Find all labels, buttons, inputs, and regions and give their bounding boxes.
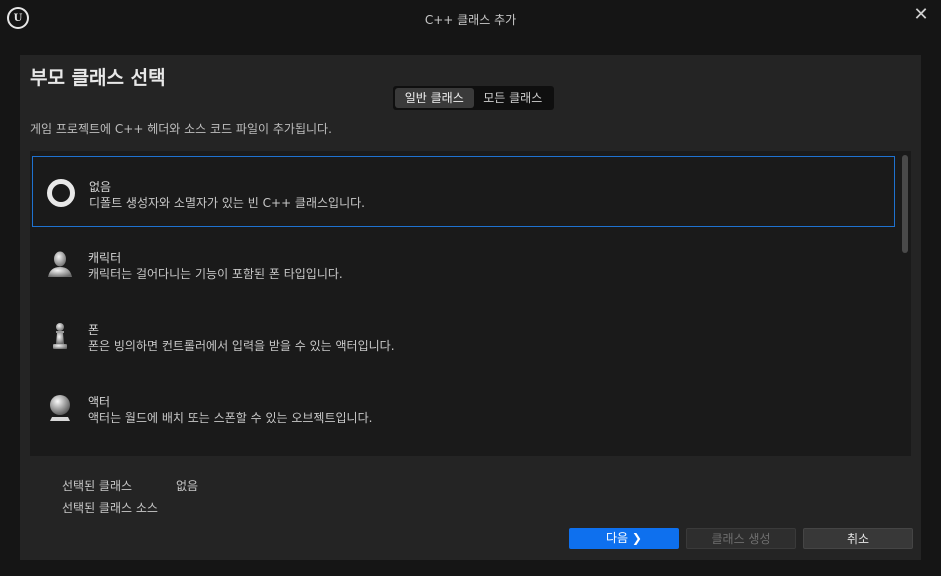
class-item-description: 폰은 빙의하면 컨트롤러에서 입력을 받을 수 있는 액터입니다. <box>88 339 395 353</box>
class-item-description: 액터는 월드에 배치 또는 스폰할 수 있는 오브젝트입니다. <box>88 411 373 425</box>
page-description: 게임 프로젝트에 C++ 헤더와 소스 코드 파일이 추가됩니다. <box>30 122 332 136</box>
character-icon <box>48 251 72 277</box>
class-filter-toggle: 일반 클래스 모든 클래스 <box>393 86 554 110</box>
class-item-name: 없음 <box>89 180 112 194</box>
class-item-name: 액터 <box>88 395 111 409</box>
window-title: C++ 클래스 추가 <box>424 13 517 27</box>
close-icon[interactable]: ✕ <box>911 5 931 25</box>
class-item-description: 디폴트 생성자와 소멸자가 있는 빈 C++ 클래스입니다. <box>89 196 365 210</box>
class-list: 없음 디폴트 생성자와 소멸자가 있는 빈 C++ 클래스입니다. 캐릭터 캐릭… <box>30 151 911 456</box>
dialog-panel: 부모 클래스 선택 일반 클래스 모든 클래스 게임 프로젝트에 C++ 헤더와… <box>20 55 921 560</box>
selected-class-value: 없음 <box>176 479 199 493</box>
selected-class-label: 선택된 클래스 <box>62 479 133 493</box>
class-item-pawn[interactable]: 폰 폰은 빙의하면 컨트롤러에서 입력을 받을 수 있는 액터입니다. <box>32 300 895 371</box>
class-list-scrollbar[interactable] <box>902 155 908 253</box>
class-item-name: 폰 <box>88 323 100 337</box>
common-classes-tab[interactable]: 일반 클래스 <box>395 88 474 108</box>
title-bar: U C++ 클래스 추가 ✕ <box>0 0 941 40</box>
pawn-icon <box>53 323 67 349</box>
class-item-description: 캐릭터는 걸어다니는 기능이 포함된 폰 타입입니다. <box>88 267 343 281</box>
create-class-button[interactable]: 클래스 생성 <box>686 528 796 549</box>
selected-class-source-label: 선택된 클래스 소스 <box>62 501 158 515</box>
class-item-none[interactable]: 없음 디폴트 생성자와 소멸자가 있는 빈 C++ 클래스입니다. <box>32 156 895 227</box>
class-item-name: 캐릭터 <box>88 251 122 265</box>
next-button[interactable]: 다음 ❯ <box>569 528 679 549</box>
actor-sphere-icon <box>50 395 70 421</box>
all-classes-tab[interactable]: 모든 클래스 <box>474 88 553 108</box>
page-title: 부모 클래스 선택 <box>30 67 166 89</box>
empty-ring-icon <box>47 179 75 207</box>
cancel-button[interactable]: 취소 <box>803 528 913 549</box>
class-item-character[interactable]: 캐릭터 캐릭터는 걸어다니는 기능이 포함된 폰 타입입니다. <box>32 228 895 299</box>
class-item-actor[interactable]: 액터 액터는 월드에 배치 또는 스폰할 수 있는 오브젝트입니다. <box>32 372 895 443</box>
